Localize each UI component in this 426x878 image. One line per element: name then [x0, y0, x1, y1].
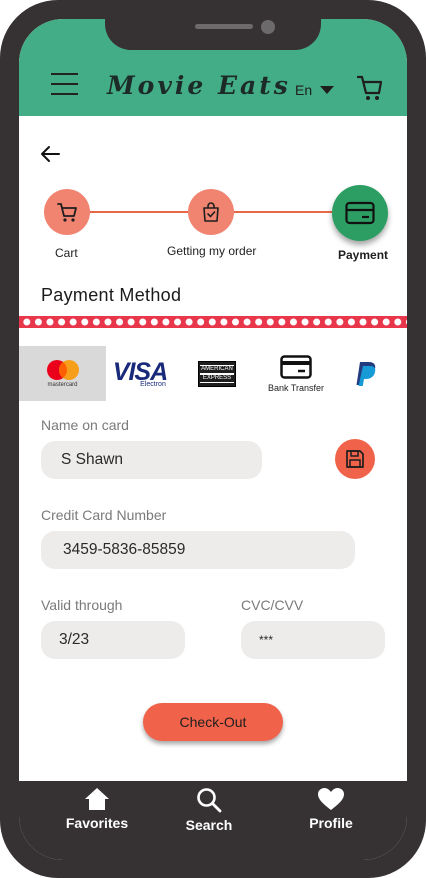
payment-option-visa[interactable]: VISA Electron	[109, 346, 171, 401]
language-selector[interactable]: En	[295, 82, 312, 98]
valid-through-label: Valid through	[41, 597, 123, 613]
payment-option-paypal[interactable]	[353, 346, 379, 401]
step-getting-order[interactable]	[188, 189, 234, 235]
payment-method-list: mastercard VISA Electron AMERICAN EXPRES…	[19, 346, 407, 401]
nav-favorites-label: Favorites	[65, 815, 129, 831]
mastercard-label: mastercard	[47, 382, 78, 388]
step-payment[interactable]	[332, 185, 388, 241]
caret-down-icon[interactable]	[320, 86, 334, 94]
app-title: Movie Eats	[107, 71, 291, 100]
payment-option-mastercard[interactable]: mastercard	[19, 346, 106, 401]
home-icon	[85, 788, 109, 810]
app-header: Movie Eats En	[19, 19, 407, 116]
save-card-button[interactable]	[335, 439, 375, 479]
app-screen: Movie Eats En Cart Getting my order Paym…	[19, 19, 407, 860]
credit-card-icon	[345, 201, 375, 225]
front-camera	[261, 20, 275, 34]
paypal-icon	[356, 361, 376, 386]
payment-option-amex[interactable]: AMERICAN EXPRESS	[195, 346, 239, 401]
nav-profile[interactable]: Profile	[286, 787, 376, 831]
heart-icon	[318, 788, 344, 810]
shopping-bag-check-icon	[203, 202, 219, 222]
back-arrow-icon[interactable]	[39, 143, 61, 165]
step-cart[interactable]	[44, 189, 90, 235]
amex-logo: AMERICAN EXPRESS	[198, 360, 236, 387]
cvc-label: CVC/CVV	[241, 597, 304, 613]
nav-search[interactable]: Search	[164, 787, 254, 833]
amex-line1: AMERICAN	[200, 364, 234, 374]
payment-option-bank-transfer[interactable]: Bank Transfer	[263, 346, 329, 401]
card-number-input[interactable]	[41, 531, 355, 569]
step-label-payment: Payment	[338, 248, 389, 262]
valid-through-input[interactable]	[41, 621, 185, 659]
cart-icon	[57, 203, 77, 222]
nav-search-label: Search	[185, 817, 233, 833]
bank-card-icon	[280, 354, 312, 379]
nav-favorites[interactable]: Favorites	[52, 787, 142, 831]
search-icon	[197, 788, 222, 813]
step-label-getting-order: Getting my order	[167, 244, 257, 258]
checkout-button[interactable]: Check-Out	[143, 703, 283, 741]
mastercard-logo-icon	[46, 360, 79, 380]
bank-transfer-label: Bank Transfer	[267, 382, 325, 393]
nav-profile-label: Profile	[309, 815, 353, 831]
speaker-grill	[195, 24, 253, 29]
dotted-divider	[19, 316, 407, 328]
phone-frame: Movie Eats En Cart Getting my order Paym…	[0, 0, 426, 878]
cvc-input[interactable]	[241, 621, 385, 659]
section-title: Payment Method	[41, 285, 182, 305]
card-number-label: Credit Card Number	[41, 507, 167, 523]
save-floppy-icon	[346, 450, 364, 468]
phone-notch	[105, 19, 321, 50]
visa-electron-label: Electron	[140, 380, 166, 388]
shopping-cart-icon[interactable]	[357, 71, 383, 103]
amex-line2: EXPRESS	[200, 373, 234, 383]
name-on-card-label: Name on card	[41, 417, 129, 433]
hamburger-menu-icon[interactable]	[51, 73, 78, 95]
name-on-card-input[interactable]	[41, 441, 262, 479]
step-label-cart: Cart	[55, 246, 78, 260]
bottom-navigation: Favorites Search Profile	[19, 781, 407, 860]
